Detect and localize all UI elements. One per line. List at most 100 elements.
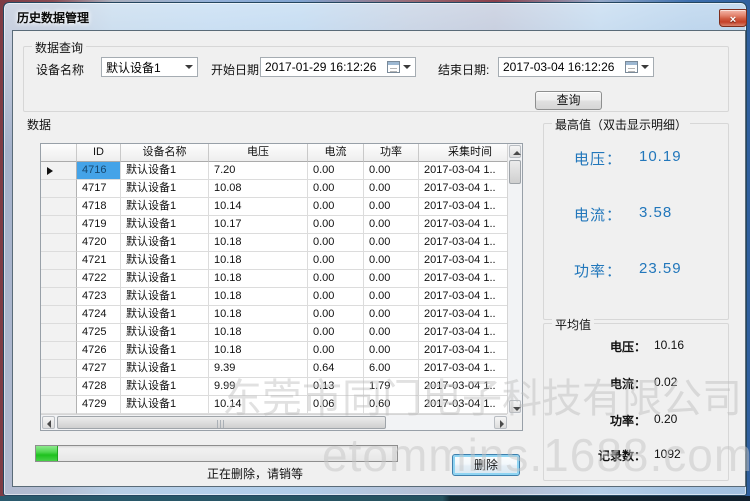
cell-current[interactable]: 0.00 — [308, 252, 364, 270]
cell-id[interactable]: 4723 — [77, 288, 121, 306]
cell-name[interactable]: 默认设备1 — [121, 198, 209, 216]
row-header-cell[interactable] — [41, 288, 77, 306]
cell-power[interactable]: 0.00 — [364, 342, 419, 360]
cell-power[interactable]: 0.00 — [364, 288, 419, 306]
horizontal-scroll-thumb[interactable] — [57, 416, 386, 429]
query-button[interactable]: 查询 — [535, 91, 602, 110]
cell-name[interactable]: 默认设备1 — [121, 396, 209, 414]
cell-id[interactable]: 4717 — [77, 180, 121, 198]
cell-voltage[interactable]: 10.14 — [209, 198, 308, 216]
cell-id[interactable]: 4728 — [77, 378, 121, 396]
table-row[interactable]: 4723默认设备110.180.000.002017-03-04 1.. — [41, 288, 522, 306]
table-row[interactable]: 4728默认设备19.990.131.792017-03-04 1.. — [41, 378, 522, 396]
delete-button[interactable]: 删除 — [452, 454, 520, 476]
scroll-right-button[interactable] — [494, 416, 507, 429]
cell-id[interactable]: 4729 — [77, 396, 121, 414]
cell-current[interactable]: 0.00 — [308, 162, 364, 180]
cell-power[interactable]: 6.00 — [364, 360, 419, 378]
cell-name[interactable]: 默认设备1 — [121, 162, 209, 180]
cell-name[interactable]: 默认设备1 — [121, 342, 209, 360]
cell-name[interactable]: 默认设备1 — [121, 360, 209, 378]
cell-voltage[interactable]: 10.18 — [209, 270, 308, 288]
row-header-stub[interactable] — [41, 144, 77, 162]
cell-name[interactable]: 默认设备1 — [121, 252, 209, 270]
cell-voltage[interactable]: 10.18 — [209, 324, 308, 342]
cell-current[interactable]: 0.00 — [308, 180, 364, 198]
scroll-up-button[interactable] — [509, 145, 521, 158]
table-row[interactable]: 4719默认设备110.170.000.002017-03-04 1.. — [41, 216, 522, 234]
column-header-voltage[interactable]: 电压 — [209, 144, 308, 162]
row-header-cell[interactable] — [41, 180, 77, 198]
cell-name[interactable]: 默认设备1 — [121, 180, 209, 198]
column-header-id[interactable]: ID — [77, 144, 121, 162]
table-row[interactable]: 4727默认设备19.390.646.002017-03-04 1.. — [41, 360, 522, 378]
cell-voltage[interactable]: 10.17 — [209, 216, 308, 234]
cell-voltage[interactable]: 10.18 — [209, 342, 308, 360]
cell-voltage[interactable]: 9.39 — [209, 360, 308, 378]
row-header-cell[interactable] — [41, 216, 77, 234]
end-date-picker[interactable]: 2017-03-04 16:12:26 — [498, 57, 654, 77]
cell-id[interactable]: 4718 — [77, 198, 121, 216]
cell-id[interactable]: 4726 — [77, 342, 121, 360]
table-row[interactable]: 4729默认设备110.140.060.602017-03-04 1.. — [41, 396, 522, 414]
scroll-down-button[interactable] — [509, 400, 521, 413]
row-header-cell[interactable] — [41, 360, 77, 378]
cell-power[interactable]: 0.00 — [364, 216, 419, 234]
close-button[interactable]: × — [719, 9, 747, 27]
table-row[interactable]: 4720默认设备110.180.000.002017-03-04 1.. — [41, 234, 522, 252]
cell-power[interactable]: 0.00 — [364, 324, 419, 342]
cell-power[interactable]: 0.00 — [364, 252, 419, 270]
cell-id[interactable]: 4727 — [77, 360, 121, 378]
cell-id[interactable]: 4722 — [77, 270, 121, 288]
device-name-select[interactable]: 默认设备1 — [101, 57, 198, 77]
cell-current[interactable]: 0.64 — [308, 360, 364, 378]
cell-voltage[interactable]: 10.14 — [209, 396, 308, 414]
row-header-cell[interactable] — [41, 342, 77, 360]
cell-current[interactable]: 0.00 — [308, 324, 364, 342]
row-header-cell[interactable] — [41, 198, 77, 216]
cell-current[interactable]: 0.00 — [308, 198, 364, 216]
cell-power[interactable]: 0.00 — [364, 270, 419, 288]
start-date-picker[interactable]: 2017-01-29 16:12:26 — [260, 57, 416, 77]
cell-current[interactable]: 0.00 — [308, 270, 364, 288]
cell-name[interactable]: 默认设备1 — [121, 234, 209, 252]
cell-id[interactable]: 4720 — [77, 234, 121, 252]
scroll-left-button[interactable] — [42, 416, 55, 429]
cell-power[interactable]: 1.79 — [364, 378, 419, 396]
cell-id[interactable]: 4719 — [77, 216, 121, 234]
column-header-current[interactable]: 电流 — [308, 144, 364, 162]
table-row[interactable]: 4724默认设备110.180.000.002017-03-04 1.. — [41, 306, 522, 324]
cell-current[interactable]: 0.13 — [308, 378, 364, 396]
cell-id[interactable]: 4721 — [77, 252, 121, 270]
cell-name[interactable]: 默认设备1 — [121, 378, 209, 396]
row-header-cell[interactable] — [41, 162, 77, 180]
cell-power[interactable]: 0.00 — [364, 234, 419, 252]
row-header-cell[interactable] — [41, 396, 77, 414]
cell-power[interactable]: 0.00 — [364, 306, 419, 324]
cell-voltage[interactable]: 7.20 — [209, 162, 308, 180]
cell-id[interactable]: 4724 — [77, 306, 121, 324]
cell-power[interactable]: 0.00 — [364, 198, 419, 216]
vertical-scrollbar[interactable] — [507, 144, 522, 414]
cell-current[interactable]: 0.00 — [308, 288, 364, 306]
cell-voltage[interactable]: 10.08 — [209, 180, 308, 198]
cell-current[interactable]: 0.00 — [308, 306, 364, 324]
cell-name[interactable]: 默认设备1 — [121, 288, 209, 306]
cell-current[interactable]: 0.06 — [308, 396, 364, 414]
row-header-cell[interactable] — [41, 324, 77, 342]
table-row[interactable]: 4725默认设备110.180.000.002017-03-04 1.. — [41, 324, 522, 342]
cell-voltage[interactable]: 10.18 — [209, 234, 308, 252]
cell-current[interactable]: 0.00 — [308, 342, 364, 360]
column-header-name[interactable]: 设备名称 — [121, 144, 209, 162]
cell-name[interactable]: 默认设备1 — [121, 216, 209, 234]
table-row[interactable]: 4717默认设备110.080.000.002017-03-04 1.. — [41, 180, 522, 198]
row-header-cell[interactable] — [41, 306, 77, 324]
cell-power[interactable]: 0.60 — [364, 396, 419, 414]
cell-id[interactable]: 4716 — [77, 162, 121, 180]
cell-name[interactable]: 默认设备1 — [121, 306, 209, 324]
cell-voltage[interactable]: 10.18 — [209, 306, 308, 324]
cell-voltage[interactable]: 10.18 — [209, 288, 308, 306]
row-header-cell[interactable] — [41, 378, 77, 396]
horizontal-scrollbar[interactable] — [41, 414, 508, 430]
cell-name[interactable]: 默认设备1 — [121, 324, 209, 342]
